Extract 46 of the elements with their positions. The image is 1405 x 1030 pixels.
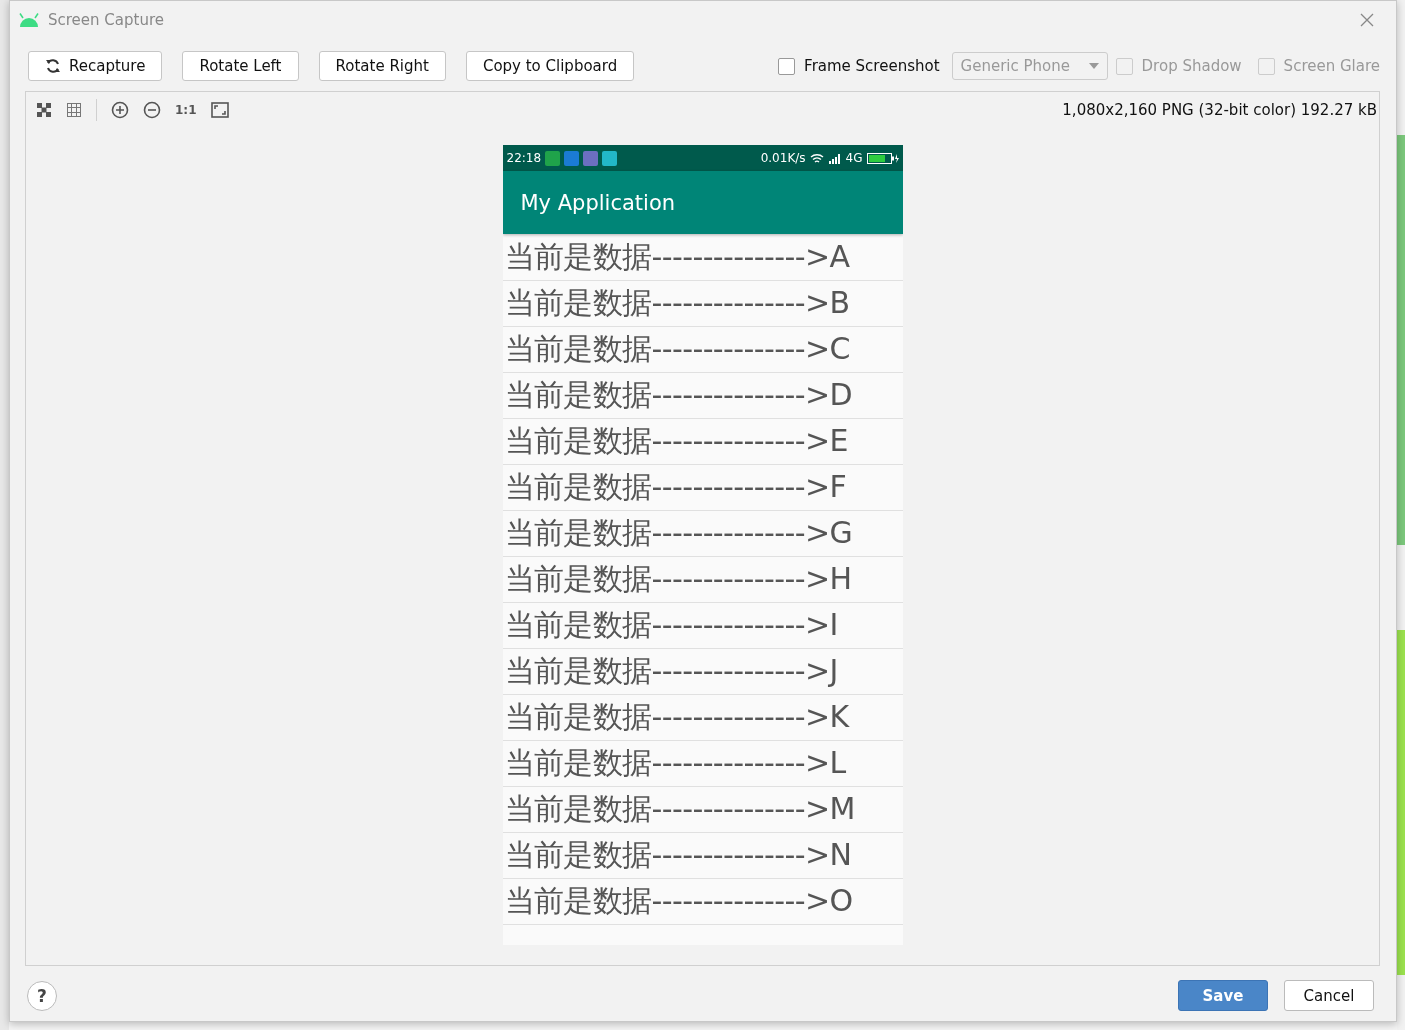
refresh-icon <box>45 58 61 74</box>
list-item[interactable]: 当前是数据--------------->E <box>502 419 903 465</box>
list-item[interactable]: 当前是数据--------------->O <box>502 879 903 925</box>
list-item[interactable]: 当前是数据--------------->D <box>502 373 903 419</box>
android-icon <box>18 13 40 27</box>
notification-icon <box>602 150 618 166</box>
list-item[interactable]: 当前是数据--------------->M <box>502 787 903 833</box>
list-item[interactable]: 当前是数据--------------->I <box>502 603 903 649</box>
list-item[interactable]: 当前是数据--------------->B <box>502 281 903 327</box>
zoom-out-icon[interactable] <box>143 101 161 119</box>
signal-icon <box>827 152 842 164</box>
image-info: 1,080x2,160 PNG (32-bit color) 192.27 kB <box>1062 101 1377 119</box>
notification-icon <box>564 150 580 166</box>
action-button[interactable]: Copy to Clipboard <box>465 51 635 81</box>
list-item[interactable]: 当前是数据--------------->A <box>502 235 903 281</box>
grid-icon[interactable] <box>66 102 82 118</box>
actual-size-button[interactable]: 1:1 <box>175 103 197 117</box>
wifi-icon <box>809 152 824 164</box>
window-title: Screen Capture <box>48 11 164 29</box>
checkbox-option[interactable]: Frame Screenshot <box>778 57 940 75</box>
network-type: 4G <box>845 151 863 165</box>
list-item[interactable]: 当前是数据--------------->H <box>502 557 903 603</box>
action-button[interactable]: Recapture <box>28 51 163 81</box>
status-time: 22:18 <box>506 151 542 165</box>
list-item[interactable]: 当前是数据--------------->N <box>502 833 903 879</box>
checker-icon[interactable] <box>36 102 52 118</box>
notification-icon <box>583 150 599 166</box>
list-item[interactable]: 当前是数据--------------->F <box>502 465 903 511</box>
battery-icon <box>866 152 899 164</box>
net-speed: 0.01K/s <box>760 151 806 165</box>
app-title: My Application <box>520 190 676 215</box>
cancel-button[interactable]: Cancel <box>1284 980 1374 1011</box>
list-item[interactable]: 当前是数据--------------->C <box>502 327 903 373</box>
save-button[interactable]: Save <box>1178 980 1268 1011</box>
list-item[interactable]: 当前是数据--------------->J <box>502 649 903 695</box>
caret-icon <box>1088 63 1099 69</box>
close-icon[interactable] <box>1360 13 1374 27</box>
action-button[interactable]: Rotate Right <box>318 51 446 81</box>
zoom-in-icon[interactable] <box>111 101 129 119</box>
fit-screen-icon[interactable] <box>210 102 229 118</box>
help-button[interactable]: ? <box>27 980 57 1011</box>
list-item[interactable]: 当前是数据--------------->K <box>502 695 903 741</box>
list-item[interactable]: 当前是数据--------------->L <box>502 741 903 787</box>
notification-icon <box>545 150 561 166</box>
list-item[interactable]: 当前是数据--------------->G <box>502 511 903 557</box>
action-button[interactable]: Rotate Left <box>182 51 299 81</box>
